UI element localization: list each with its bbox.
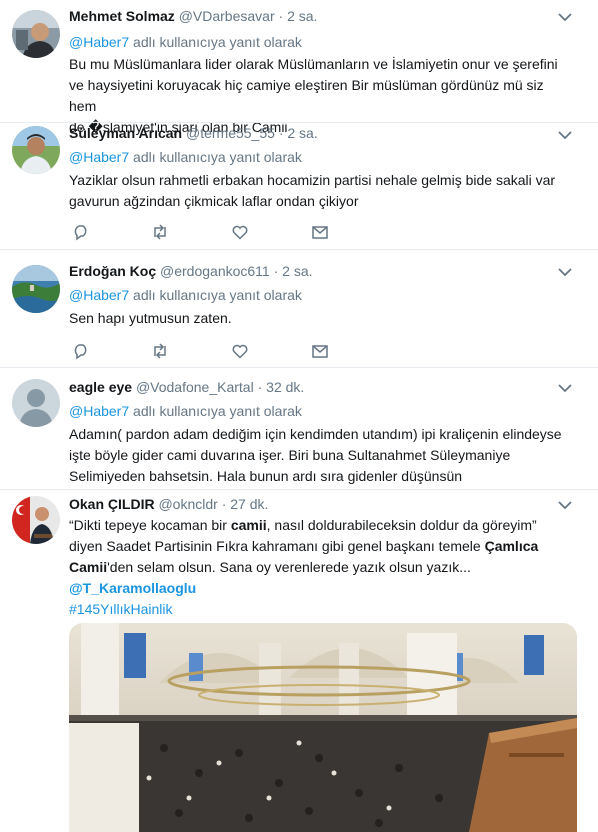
display-name[interactable]: Mehmet Solmaz [69, 8, 175, 24]
separator-dot: · [221, 496, 227, 512]
display-name[interactable]: eagle eye [69, 379, 132, 395]
text-segment: 'den selam olsun. Sana oy verenlerede ya… [107, 559, 471, 575]
timestamp[interactable]: 2 sa. [282, 263, 312, 279]
tweet-text-line: Bu mu Müslümanlara lider olarak Müslüman… [69, 56, 558, 72]
tweet-text-line: Yaziklar olsun rahmetli erbakan hocamizi… [69, 172, 556, 188]
tweet-text-line: işte böyle gider cami duvarına işer. Bir… [69, 447, 511, 463]
retweet-icon[interactable] [151, 342, 169, 360]
tweet-text-line: Camii'den selam olsun. Sana oy verenlere… [69, 557, 569, 578]
reply-context-text: adlı kullanıcıya yanıt olarak [129, 149, 302, 165]
reply-context: @Haber7 adlı kullanıcıya yanıt olarak [69, 33, 302, 51]
user-handle[interactable]: @okncldr [158, 496, 217, 512]
like-icon[interactable] [231, 223, 249, 241]
hashtag-link[interactable]: #145YıllıkHainlik [69, 601, 173, 617]
tweet-text-line: ve haysiyetini koruyacak hiç camiye eleş… [69, 77, 544, 114]
user-handle[interactable]: @erdogankoc611 [160, 263, 270, 279]
tweet-erdogan-koc[interactable]: Erdoğan Koç @erdogankoc611 · 2 sa. @Habe… [0, 250, 598, 368]
reply-context: @Haber7 adlı kullanıcıya yanıt olarak [69, 286, 302, 304]
avatar[interactable] [12, 10, 60, 58]
tweet-eagle-eye[interactable]: eagle eye @Vodafone_Kartal · 32 dk. @Hab… [0, 368, 598, 489]
bold-keyword: Çamlıca [484, 538, 539, 554]
chevron-down-icon[interactable] [558, 12, 572, 22]
avatar[interactable] [12, 496, 60, 544]
reply-mention-link[interactable]: @Haber7 [69, 403, 129, 419]
message-icon[interactable] [311, 342, 329, 360]
bold-keyword: Camii [69, 559, 108, 575]
reply-mention-link[interactable]: @Haber7 [69, 149, 129, 165]
tweet-text-line: Adamın( pardon adam dediğim için kendimd… [69, 426, 562, 442]
mention-link[interactable]: @T_Karamollaoglu [69, 580, 196, 596]
tweet-text-line: @T_Karamollaoglu [69, 578, 569, 599]
user-handle[interactable]: @terme55_55 [186, 125, 275, 141]
text-segment: “Dikti tepeye kocaman bir [69, 517, 231, 533]
reply-context: @Haber7 adlı kullanıcıya yanıt olarak [69, 148, 302, 166]
like-icon[interactable] [231, 342, 249, 360]
display-name[interactable]: Okan ÇILDIR [69, 496, 155, 512]
reply-context: @Haber7 adlı kullanıcıya yanıt olarak [69, 402, 302, 420]
reply-icon[interactable] [72, 223, 90, 241]
tweet-header: Erdoğan Koç @erdogankoc611 · 2 sa. [69, 262, 313, 280]
tweet-text: “Dikti tepeye kocaman bir camii, nasıl d… [69, 515, 569, 620]
timestamp[interactable]: 2 sa. [287, 8, 317, 24]
separator-dot: · [273, 263, 279, 279]
text-segment: diyen Saadet Partisinin Fıkra kahramanı … [69, 538, 485, 554]
tweet-text: Yaziklar olsun rahmetli erbakan hocamizi… [69, 170, 569, 212]
chevron-down-icon[interactable] [558, 130, 572, 140]
timestamp[interactable]: 32 dk. [266, 379, 304, 395]
tweet-text-line: #145YıllıkHainlik [69, 599, 569, 620]
tweet-header: Mehmet Solmaz @VDarbesavar · 2 sa. [69, 7, 317, 25]
tweet-header: Süleyman Arıcan @terme55_55 · 2 sa. [69, 124, 318, 142]
tweet-mehmet-solmaz[interactable]: Mehmet Solmaz @VDarbesavar · 2 sa. @Habe… [0, 0, 598, 135]
tweet-header: Okan ÇILDIR @okncldr · 27 dk. [69, 495, 268, 513]
avatar[interactable] [12, 379, 60, 427]
user-handle[interactable]: @VDarbesavar [179, 8, 275, 24]
tweet-text: Sen hapı yutmusun zaten. [69, 308, 569, 329]
tweet-photo[interactable] [69, 623, 577, 832]
reply-mention-link[interactable]: @Haber7 [69, 287, 129, 303]
tweet-header: eagle eye @Vodafone_Kartal · 32 dk. [69, 378, 304, 396]
separator-dot: · [278, 8, 284, 24]
chevron-down-icon[interactable] [558, 267, 572, 277]
message-icon[interactable] [311, 223, 329, 241]
timestamp[interactable]: 27 dk. [230, 496, 268, 512]
chevron-down-icon[interactable] [558, 383, 572, 393]
tweet-text-line: gavurun ağzindan çikmicak laflar ondan ç… [69, 193, 359, 209]
avatar[interactable] [12, 265, 60, 313]
display-name[interactable]: Erdoğan Koç [69, 263, 156, 279]
reply-icon[interactable] [72, 342, 90, 360]
separator-dot: · [278, 125, 284, 141]
tweet-text: Adamın( pardon adam dediğim için kendimd… [69, 424, 569, 487]
user-handle[interactable]: @Vodafone_Kartal [136, 379, 254, 395]
reply-context-text: adlı kullanıcıya yanıt olarak [129, 287, 302, 303]
mosque-interior-image [69, 623, 577, 832]
chevron-down-icon[interactable] [558, 500, 572, 510]
avatar[interactable] [12, 126, 60, 174]
tweet-text-line: “Dikti tepeye kocaman bir camii, nasıl d… [69, 515, 569, 536]
separator-dot: · [257, 379, 263, 395]
retweet-icon[interactable] [151, 223, 169, 241]
bold-keyword: camii [230, 517, 267, 533]
display-name[interactable]: Süleyman Arıcan [69, 125, 182, 141]
reply-context-text: adlı kullanıcıya yanıt olarak [129, 403, 302, 419]
tweet-suleyman-arican[interactable]: Süleyman Arıcan @terme55_55 · 2 sa. @Hab… [0, 123, 598, 249]
tweet-text-line: Sen hapı yutmusun zaten. [69, 310, 232, 326]
timestamp[interactable]: 2 sa. [287, 125, 317, 141]
tweet-text-line: diyen Saadet Partisinin Fıkra kahramanı … [69, 536, 569, 557]
reply-mention-link[interactable]: @Haber7 [69, 34, 129, 50]
tweet-text-line: Selimiyeden bahsetsin. Hala bunun ardı s… [69, 468, 463, 484]
reply-context-text: adlı kullanıcıya yanıt olarak [129, 34, 302, 50]
text-segment: , nasıl doldurabileceksin doldur da göre… [266, 517, 537, 533]
